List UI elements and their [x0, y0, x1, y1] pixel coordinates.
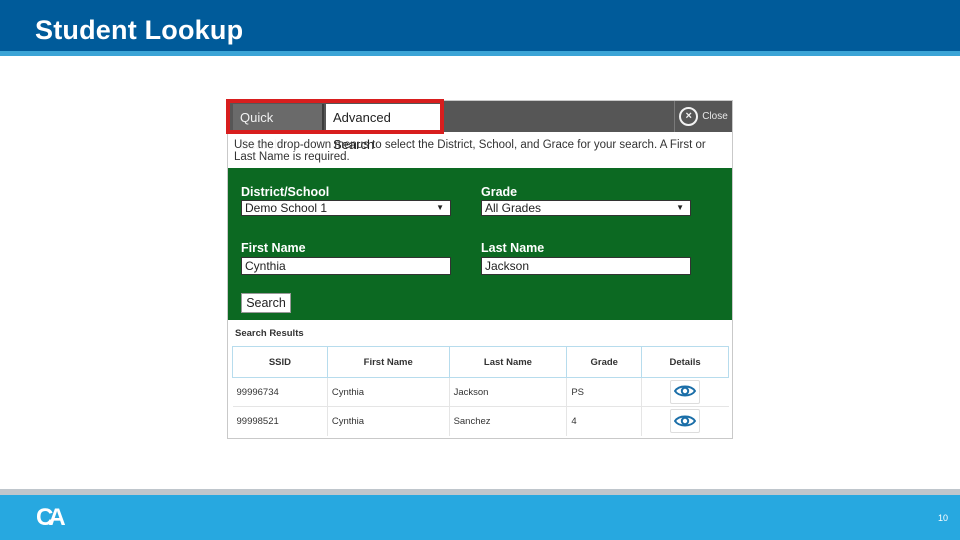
tab-bar: Quick Search Advanced Search × Close [226, 99, 732, 152]
eye-icon [674, 415, 697, 427]
grade-value: All Grades [485, 201, 542, 215]
cell-first-name: Cynthia [327, 377, 450, 407]
first-name-label: First Name [241, 241, 306, 255]
student-lookup-panel: Quick Search Advanced Search × Close Use… [226, 99, 733, 439]
column-header-grade[interactable]: Grade [566, 346, 643, 378]
cell-last-name: Sanchez [449, 406, 568, 436]
dropdown-arrow-icon: ▼ [436, 203, 444, 212]
slide: Student Lookup Quick Search Advanced Sea… [0, 0, 960, 540]
cell-ssid: 99998521 [232, 406, 328, 436]
view-details-button[interactable] [670, 409, 701, 434]
district-school-select[interactable]: Demo School 1 ▼ [241, 200, 451, 216]
cell-details [641, 406, 729, 436]
dropdown-arrow-icon: ▼ [676, 203, 684, 212]
first-name-input[interactable]: Cynthia [241, 257, 451, 275]
column-header-first-name[interactable]: First Name [326, 346, 450, 378]
last-name-input[interactable]: Jackson [481, 257, 691, 275]
table-header-row: SSID First Name Last Name Grade Details [232, 346, 729, 378]
cell-ssid: 99996734 [232, 377, 328, 407]
column-header-ssid[interactable]: SSID [232, 346, 328, 378]
grade-label: Grade [481, 185, 518, 199]
search-results-title: Search Results [235, 328, 304, 339]
search-results-table: SSID First Name Last Name Grade Details … [232, 346, 729, 436]
close-label: Close [702, 111, 728, 122]
cell-grade: PS [566, 377, 643, 407]
search-form: District/School Demo School 1 ▼ Grade Al… [228, 168, 732, 320]
last-name-label: Last Name [481, 241, 545, 255]
tab-quick-search[interactable]: Quick Search [233, 104, 324, 152]
slide-title: Student Lookup [35, 15, 244, 45]
district-school-label: District/School [241, 185, 330, 199]
eye-icon [674, 385, 697, 397]
page-number: 10 [937, 513, 948, 523]
slide-footer: CA 10 [0, 495, 960, 540]
table-row: 99996734 Cynthia Jackson PS [232, 377, 729, 407]
instructions-text: Use the drop-down menus to select the Di… [234, 139, 706, 163]
grade-select[interactable]: All Grades ▼ [481, 200, 691, 216]
close-button[interactable]: × Close [674, 101, 732, 132]
tab-advanced-search[interactable]: Advanced Search [326, 104, 440, 152]
column-header-last-name[interactable]: Last Name [448, 346, 568, 378]
search-button[interactable]: Search [241, 293, 291, 313]
cell-first-name: Cynthia [327, 406, 450, 436]
district-school-value: Demo School 1 [245, 201, 328, 215]
close-icon: × [679, 107, 699, 126]
table-row: 99998521 Cynthia Sanchez 4 [232, 406, 729, 436]
cell-grade: 4 [566, 406, 643, 436]
view-details-button[interactable] [670, 380, 701, 404]
ca-logo: CA [36, 504, 66, 531]
cell-details [641, 377, 729, 407]
column-header-details: Details [641, 346, 729, 378]
slide-header: Student Lookup [0, 0, 960, 51]
header-stripe [0, 51, 960, 56]
cell-last-name: Jackson [449, 377, 568, 407]
